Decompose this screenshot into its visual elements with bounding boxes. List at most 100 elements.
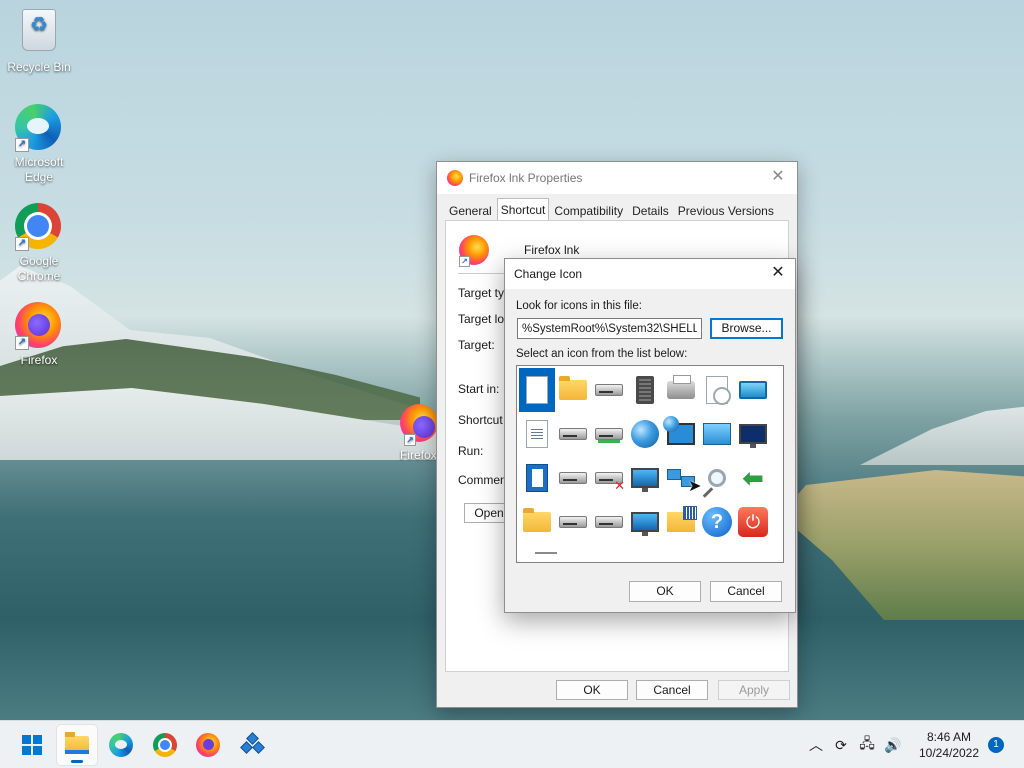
- chrome-icon: [153, 733, 177, 757]
- desktop-icon-label: Microsoft Edge: [14, 155, 64, 184]
- clock-date: 10/24/2022: [918, 746, 980, 760]
- notification-badge[interactable]: 1: [988, 737, 1004, 753]
- shortcut-arrow-icon: ↗: [15, 237, 29, 251]
- desktop-icon-chrome[interactable]: ↗ Google Chrome: [4, 203, 74, 284]
- shortcut-name: Firefox lnk: [524, 243, 580, 257]
- cd-drive-icon[interactable]: [591, 500, 627, 544]
- taskbar-app-cubes[interactable]: [233, 725, 273, 765]
- taskbar-file-explorer[interactable]: [57, 725, 97, 765]
- search-icon[interactable]: [699, 456, 735, 500]
- floppy-drive-icon[interactable]: [555, 412, 591, 456]
- firefox-icon: [196, 733, 220, 757]
- control-panel-monitor-icon[interactable]: [699, 412, 735, 456]
- volume-icon[interactable]: 🔊: [882, 721, 904, 768]
- text-document-icon[interactable]: [519, 412, 555, 456]
- cancel-button[interactable]: Cancel: [636, 680, 708, 700]
- tab-previous-versions[interactable]: Previous Versions: [674, 200, 778, 220]
- monitor-icon[interactable]: [627, 500, 663, 544]
- green-arrow-icon[interactable]: ⬅: [735, 456, 771, 500]
- icon-list[interactable]: ↗ ↗ ✕ ⬅ ? ⏻: [516, 365, 784, 563]
- taskbar-clock[interactable]: 8:46 AM 10/24/2022: [906, 729, 992, 761]
- clock-document-icon[interactable]: [699, 368, 735, 412]
- folder-icon[interactable]: [519, 500, 555, 544]
- box-partial-icon[interactable]: [771, 456, 783, 500]
- look-for-icons-label: Look for icons in this file:: [516, 300, 642, 312]
- desktop-icon-edge[interactable]: ↗ Microsoft Edge: [4, 104, 74, 185]
- chrome-icon: ↗: [15, 203, 63, 251]
- desktop-icon-recycle-bin[interactable]: Recycle Bin: [4, 6, 74, 75]
- file-explorer-icon: [65, 732, 89, 754]
- help-icon[interactable]: ?: [699, 500, 735, 544]
- firefox-icon: ↗: [400, 404, 440, 448]
- shortcut-arrow-icon: ↗: [15, 336, 29, 350]
- comment-label: Commen: [458, 473, 507, 487]
- memory-chip-icon[interactable]: [627, 368, 663, 412]
- browse-button[interactable]: Browse...: [710, 318, 783, 339]
- apply-button[interactable]: Apply: [718, 680, 790, 700]
- shortcut-partial-icon[interactable]: ↗: [771, 368, 783, 412]
- close-icon[interactable]: ✕: [769, 168, 787, 186]
- chevron-up-icon[interactable]: ︿: [806, 721, 826, 768]
- partial-icon[interactable]: [771, 500, 783, 544]
- shortcut-arrow-icon: ↗: [459, 256, 470, 267]
- close-icon[interactable]: ✕: [769, 264, 787, 282]
- network-icon[interactable]: 🖧: [856, 721, 878, 768]
- desktop-icon-firefox[interactable]: ↗ Firefox: [4, 302, 74, 368]
- folder-icon[interactable]: [555, 368, 591, 412]
- drive-error-icon[interactable]: ✕: [591, 456, 627, 500]
- folder-grid-icon[interactable]: [663, 500, 699, 544]
- properties-title-bar[interactable]: Firefox lnk Properties: [437, 162, 797, 194]
- change-icon-dialog: Change Icon ✕ Look for icons in this fil…: [504, 258, 796, 613]
- desktop-icon-label: Recycle Bin: [7, 60, 71, 74]
- globe-network-icon[interactable]: [627, 456, 663, 500]
- printer-icon[interactable]: [663, 368, 699, 412]
- globe-icon[interactable]: [627, 412, 663, 456]
- floppy-drive-icon[interactable]: [555, 456, 591, 500]
- target-label: Target:: [458, 338, 495, 352]
- cancel-button[interactable]: Cancel: [710, 581, 782, 602]
- firefox-icon: ↗: [459, 235, 491, 267]
- drive-icon[interactable]: [555, 500, 591, 544]
- edge-icon: ↗: [15, 104, 63, 152]
- taskbar-edge[interactable]: [101, 725, 141, 765]
- tab-details[interactable]: Details: [628, 200, 673, 220]
- edge-icon: [109, 733, 133, 757]
- sync-alert-icon[interactable]: ⟳: [830, 721, 852, 768]
- wallpaper-grass: [780, 470, 1024, 620]
- firefox-icon: [447, 170, 463, 186]
- horizontal-scrollbar[interactable]: [535, 552, 557, 554]
- drive-icon[interactable]: [591, 368, 627, 412]
- sleep-monitor-icon[interactable]: [735, 412, 771, 456]
- globe-monitor-icon[interactable]: [663, 412, 699, 456]
- shortcut-arrow-icon: ↗: [404, 434, 416, 446]
- tab-shortcut[interactable]: Shortcut: [496, 198, 550, 220]
- blank-document-icon[interactable]: [519, 368, 555, 412]
- change-icon-title-bar[interactable]: Change Icon: [505, 259, 795, 289]
- wallpaper-mountain-right: [860, 405, 1024, 465]
- taskbar-firefox[interactable]: [188, 725, 228, 765]
- start-button[interactable]: [12, 725, 52, 765]
- green-drive-icon[interactable]: [591, 412, 627, 456]
- taskbar-chrome[interactable]: [145, 725, 185, 765]
- desktop-icon-label: Firefox: [20, 353, 58, 367]
- taskbar: ︿ ⟳ 🖧 🔊 8:46 AM 10/24/2022 1: [0, 720, 1024, 768]
- shortcut-arrow-icon: ↗: [15, 138, 29, 152]
- start-in-label: Start in:: [458, 382, 500, 396]
- ok-button[interactable]: OK: [629, 581, 701, 602]
- recycle-bin-icon: [15, 9, 63, 57]
- tab-compatibility[interactable]: Compatibility: [550, 200, 627, 220]
- run-label: Run:: [458, 444, 484, 458]
- cubes-icon: [240, 732, 265, 756]
- power-icon[interactable]: ⏻: [735, 500, 771, 544]
- shortcut-partial-icon[interactable]: ↗: [771, 412, 783, 456]
- active-indicator: [71, 760, 83, 763]
- network-card-icon[interactable]: [735, 368, 771, 412]
- clock-time: 8:46 AM: [926, 730, 972, 744]
- icon-file-path-input[interactable]: [517, 318, 702, 339]
- ok-button[interactable]: OK: [556, 680, 628, 700]
- desktop-icon-firefox-lnk[interactable]: ↗ Firefox: [400, 404, 440, 462]
- blue-window-icon[interactable]: [519, 456, 555, 500]
- firefox-icon: ↗: [15, 302, 63, 350]
- tab-general[interactable]: General: [445, 200, 496, 220]
- target-type-label: Target typ: [458, 286, 511, 300]
